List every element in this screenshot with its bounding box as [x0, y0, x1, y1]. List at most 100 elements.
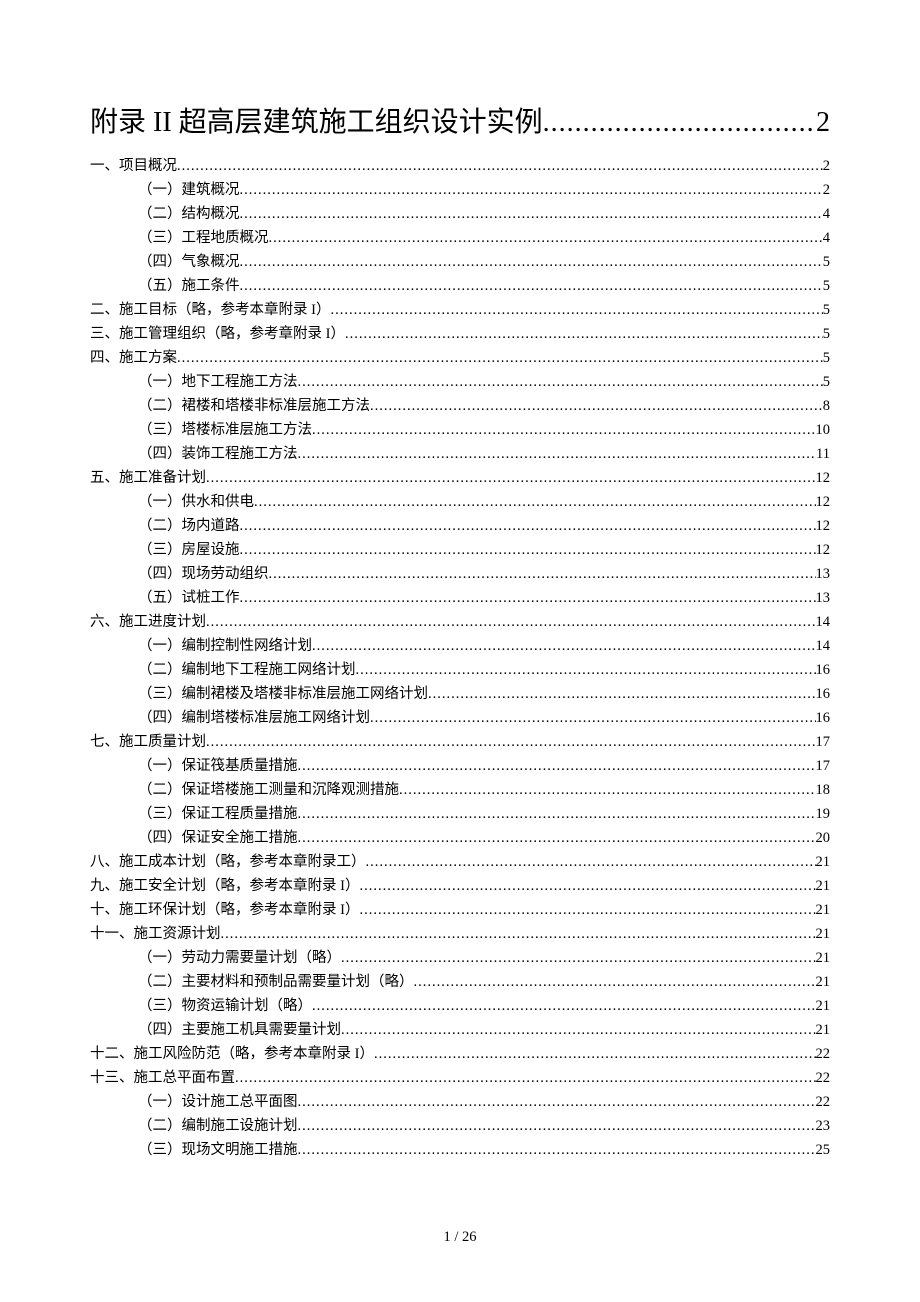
toc-row[interactable]: 十、施工环保计划（略，参考本章附录 I）21 [90, 898, 830, 922]
toc-page: 12 [816, 514, 831, 538]
leader-dots [298, 442, 817, 466]
toc-label: （一）建筑概况 [138, 178, 240, 202]
toc-label: （三）塔楼标准层施工方法 [138, 418, 312, 442]
toc-row[interactable]: 八、施工成本计划（略，参考本章附录工）21 [90, 850, 830, 874]
toc-row[interactable]: （二）场内道路12 [90, 514, 830, 538]
leader-dots [298, 754, 816, 778]
toc-label: （四）编制塔楼标准层施工网络计划 [138, 706, 370, 730]
toc-row[interactable]: （四）气象概况5 [90, 250, 830, 274]
toc-page: 22 [816, 1042, 831, 1066]
toc-label: 五、施工准备计划 [90, 466, 206, 490]
toc-label: （一）编制控制性网络计划 [138, 634, 312, 658]
toc-row[interactable]: （三）现场文明施工措施25 [90, 1138, 830, 1162]
toc-row[interactable]: 九、施工安全计划（略，参考本章附录 I）21 [90, 874, 830, 898]
toc-label: 六、施工进度计划 [90, 610, 206, 634]
toc-page: 25 [816, 1138, 831, 1162]
toc-row[interactable]: （四）编制塔楼标准层施工网络计划16 [90, 706, 830, 730]
toc-row[interactable]: （四）保证安全施工措施 20 [90, 826, 830, 850]
toc-page: 10 [816, 418, 831, 442]
toc-row[interactable]: （五）试桩工作13 [90, 586, 830, 610]
toc-label: （一）设计施工总平面图 [138, 1090, 298, 1114]
toc-row[interactable]: （五）施工条件5 [90, 274, 830, 298]
toc-row[interactable]: 七、施工质量计划17 [90, 730, 830, 754]
leader-dots [206, 466, 816, 490]
toc-page: 14 [816, 610, 831, 634]
toc-row[interactable]: 五、施工准备计划 12 [90, 466, 830, 490]
toc-row[interactable]: （二）结构概况4 [90, 202, 830, 226]
toc-row[interactable]: （二）保证塔楼施工测量和沉降观测措施18 [90, 778, 830, 802]
toc-page: 17 [816, 754, 831, 778]
toc-row[interactable]: （四）现场劳动组织13 [90, 562, 830, 586]
toc-row[interactable]: （二）编制地下工程施工网络计划16 [90, 658, 830, 682]
leader-dots [330, 298, 822, 322]
toc-page: 16 [816, 682, 831, 706]
toc-page: 13 [816, 586, 831, 610]
toc-row[interactable]: （二）裙楼和塔楼非标准层施工方法8 [90, 394, 830, 418]
toc-page: 12 [816, 490, 831, 514]
leader-dots [312, 994, 816, 1018]
toc-row[interactable]: （一）地下工程施工方法5 [90, 370, 830, 394]
toc-label: （四）主要施工机具需要量计划 [138, 1018, 341, 1042]
toc-row[interactable]: （三）塔楼标准层施工方法 10 [90, 418, 830, 442]
toc-row[interactable]: （一）设计施工总平面图 22 [90, 1090, 830, 1114]
toc-row[interactable]: （四）主要施工机具需要量计划21 [90, 1018, 830, 1042]
leader-dots [240, 274, 823, 298]
toc-row[interactable]: 二、施工目标（略，参考本章附录 I）5 [90, 298, 830, 322]
toc-label: 十三、施工总平面布置 [90, 1066, 235, 1090]
leader-dots [298, 1114, 816, 1138]
leader-dots [370, 706, 816, 730]
toc-label: （五）施工条件 [138, 274, 240, 298]
toc-row[interactable]: （一）建筑概况2 [90, 178, 830, 202]
toc-row[interactable]: （一）编制控制性网络计划14 [90, 634, 830, 658]
toc-label: （三）物资运输计划（略） [138, 994, 312, 1018]
toc-page: 22 [816, 1090, 831, 1114]
toc-label: （四）保证安全施工措施 [138, 826, 298, 850]
toc-row[interactable]: 十一、施工资源计划21 [90, 922, 830, 946]
leader-dots [428, 682, 816, 706]
toc-list: 一、项目概况2（一）建筑概况2（二）结构概况4（三）工程地质概况4（四）气象概况… [90, 154, 830, 1162]
toc-row[interactable]: 六、施工进度计划 14 [90, 610, 830, 634]
toc-page: 20 [816, 826, 831, 850]
toc-label: （三）房屋设施 [138, 538, 240, 562]
leader-dots [359, 898, 815, 922]
toc-page: 12 [816, 466, 831, 490]
toc-row[interactable]: （三）物资运输计划（略）21 [90, 994, 830, 1018]
toc-row[interactable]: （一）保证筏基质量措施17 [90, 754, 830, 778]
leader-dots [414, 970, 816, 994]
toc-label: （四）装饰工程施工方法 [138, 442, 298, 466]
leader-dots [345, 322, 823, 346]
toc-row[interactable]: 一、项目概况2 [90, 154, 830, 178]
toc-label: （一）地下工程施工方法 [138, 370, 298, 394]
leader-dots [370, 394, 823, 418]
toc-label: （二）编制施工设施计划 [138, 1114, 298, 1138]
toc-row[interactable]: （二）编制施工设施计划23 [90, 1114, 830, 1138]
toc-label: 八、施工成本计划（略，参考本章附录工） [90, 850, 366, 874]
toc-page: 21 [816, 874, 831, 898]
toc-page: 21 [816, 970, 831, 994]
toc-page: 21 [816, 922, 831, 946]
main-title-label: 附录 II 超高层建筑施工组织设计实例 [90, 100, 543, 140]
leader-dots [240, 538, 816, 562]
toc-main-title: 附录 II 超高层建筑施工组织设计实例 2 [90, 100, 830, 140]
toc-page: 16 [816, 658, 831, 682]
toc-row[interactable]: 十二、施工风险防范（略，参考本章附录 I）22 [90, 1042, 830, 1066]
toc-row[interactable]: 十三、施工总平面布置 22 [90, 1066, 830, 1090]
toc-row[interactable]: （四）装饰工程施工方法11 [90, 442, 830, 466]
toc-page: 22 [816, 1066, 831, 1090]
leader-dots [240, 202, 823, 226]
toc-row[interactable]: （一）劳动力需要量计划（略）21 [90, 946, 830, 970]
leader-dots [298, 802, 816, 826]
toc-row[interactable]: （三）编制裙楼及塔楼非标准层施工网络计划 16 [90, 682, 830, 706]
leader-dots [341, 1018, 816, 1042]
toc-row[interactable]: （三）房屋设施12 [90, 538, 830, 562]
toc-label: （二）结构概况 [138, 202, 240, 226]
toc-row[interactable]: （三）工程地质概况4 [90, 226, 830, 250]
toc-label: （三）编制裙楼及塔楼非标准层施工网络计划 [138, 682, 428, 706]
leader-dots [177, 154, 823, 178]
toc-row[interactable]: 三、施工管理组织（略，参考章附录 I）5 [90, 322, 830, 346]
toc-row[interactable]: （一）供水和供电12 [90, 490, 830, 514]
toc-row[interactable]: （二）主要材料和预制品需要量计划（略）21 [90, 970, 830, 994]
leader-dots [221, 922, 816, 946]
toc-row[interactable]: （三）保证工程质量措施19 [90, 802, 830, 826]
toc-row[interactable]: 四、施工方案5 [90, 346, 830, 370]
